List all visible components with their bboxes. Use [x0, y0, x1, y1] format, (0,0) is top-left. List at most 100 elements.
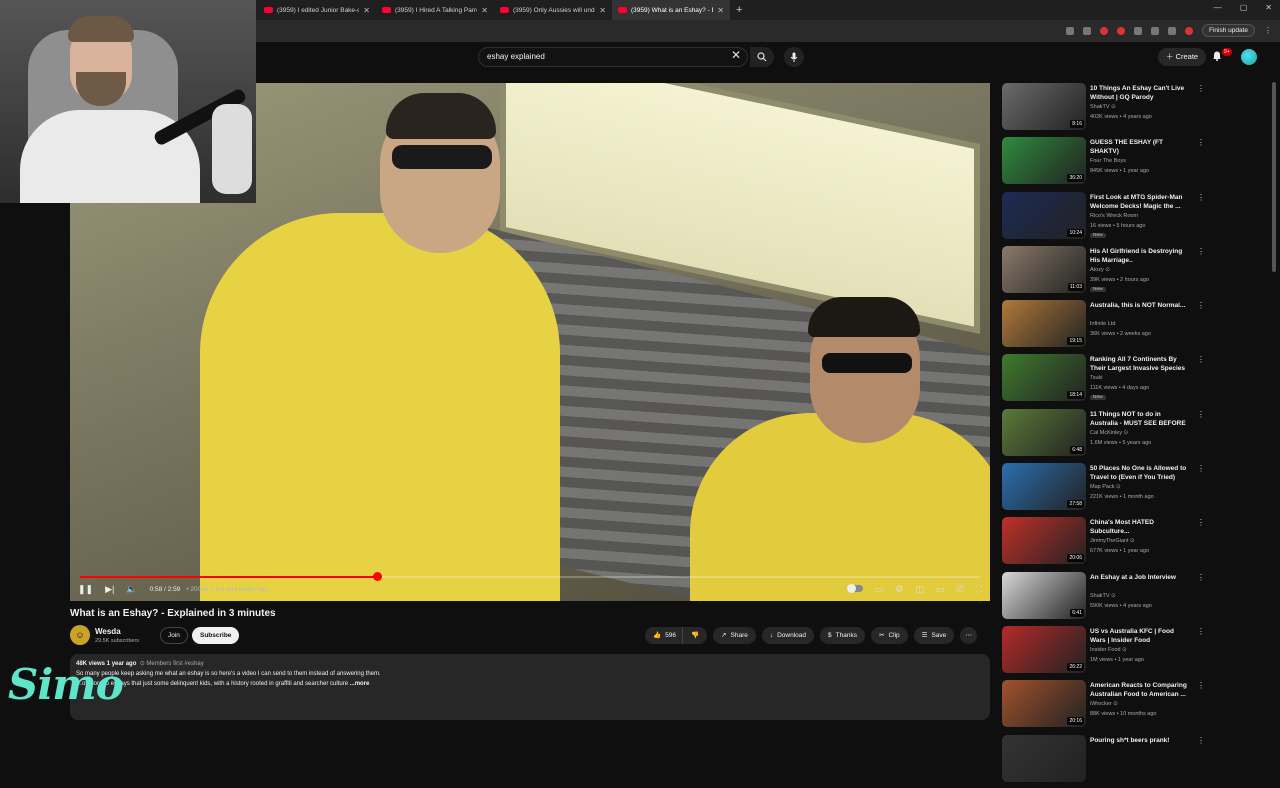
progress-bar[interactable] — [80, 572, 980, 581]
more-options-icon[interactable]: ⋮ — [1197, 193, 1205, 202]
recommendation-title[interactable]: American Reacts to Comparing Australian … — [1090, 681, 1190, 699]
show-more-link[interactable]: ...more — [350, 681, 370, 687]
recommendation-title[interactable]: China's Most HATED Subculture... — [1090, 518, 1190, 536]
save-button[interactable]: ☰ Save — [913, 627, 955, 644]
video-thumbnail[interactable]: 19:15 — [1002, 300, 1086, 348]
more-options-icon[interactable]: ⋮ — [1197, 518, 1205, 527]
extension-icon[interactable] — [1133, 26, 1142, 35]
chevron-right-icon[interactable]: › — [266, 586, 270, 593]
captions-icon[interactable]: ▭ — [875, 584, 884, 595]
recommendation-item[interactable]: 18:14 Ranking All 7 Continents By Their L… — [1002, 353, 1212, 407]
profile-icon[interactable] — [1184, 26, 1193, 35]
close-window-icon[interactable]: ✕ — [1265, 3, 1272, 12]
close-tab-icon[interactable]: ✕ — [481, 6, 488, 15]
notifications-bell-icon[interactable] — [1212, 50, 1222, 61]
more-options-icon[interactable]: ⋮ — [1197, 138, 1205, 147]
clip-button[interactable]: ✂ Clip — [870, 627, 908, 644]
channel-name[interactable]: Wesda — [95, 627, 121, 636]
cast-icon[interactable]: ⎚ — [956, 584, 963, 595]
recommendation-title[interactable]: 11 Things NOT to do in Australia - MUST … — [1090, 410, 1190, 430]
cast-icon[interactable] — [1065, 26, 1074, 35]
bookmark-star-icon[interactable] — [1082, 26, 1091, 35]
new-tab-button[interactable]: + — [730, 4, 748, 16]
download-button[interactable]: ↓ Download — [761, 627, 815, 644]
minimize-icon[interactable]: — — [1214, 3, 1222, 12]
recommendation-item[interactable]: 11:03 His AI Girlfriend is Destroying His… — [1002, 245, 1212, 299]
recommendation-channel[interactable]: Cal McKinley ⊙ — [1090, 430, 1128, 436]
settings-gear-icon[interactable]: ⚙ — [895, 584, 903, 595]
share-button[interactable]: ↗ Share — [713, 627, 756, 644]
video-thumbnail[interactable]: 26:22 — [1002, 625, 1086, 673]
video-thumbnail[interactable]: 8:16 — [1002, 83, 1086, 130]
close-tab-icon[interactable]: ✕ — [717, 6, 724, 15]
finish-update-button[interactable]: Finish update — [1201, 24, 1255, 37]
recommendation-item[interactable]: 8:16 10 Things An Eshay Can't Live Withou… — [1002, 82, 1212, 136]
next-icon[interactable]: ▶| — [105, 584, 114, 595]
recommendation-item[interactable]: 26:22 US vs Australia KFC | Food Wars | I… — [1002, 625, 1212, 679]
more-options-icon[interactable]: ⋮ — [1197, 573, 1205, 582]
video-thumbnail[interactable]: 6:41 — [1002, 571, 1086, 619]
more-options-icon[interactable]: ⋮ — [1197, 681, 1205, 690]
recommendation-title[interactable]: Ranking All 7 Continents By Their Larges… — [1090, 355, 1190, 373]
search-input[interactable]: eshay explained — [478, 47, 748, 67]
video-thumbnail[interactable]: 10:24 — [1002, 191, 1086, 239]
more-options-icon[interactable]: ⋮ — [1197, 247, 1205, 256]
recommendation-channel[interactable]: iWrocker ⊙ — [1090, 701, 1118, 707]
more-options-icon[interactable]: ⋮ — [1197, 736, 1205, 745]
extension-icon[interactable] — [1099, 26, 1108, 35]
maximize-icon[interactable]: ▢ — [1240, 3, 1248, 12]
recommendation-item[interactable]: 36:20 GUESS THE ESHAY (FT SHAKTV) Four The… — [1002, 136, 1212, 190]
more-options-icon[interactable]: ⋮ — [1197, 410, 1205, 419]
recommendation-channel[interactable]: Infinite Ltd — [1090, 321, 1115, 327]
create-button[interactable]: ＋ Create — [1158, 48, 1207, 66]
recommendation-channel[interactable]: Four The Boys — [1090, 158, 1126, 164]
recommendation-title[interactable]: GUESS THE ESHAY (FT SHAKTV) — [1090, 138, 1190, 156]
video-thumbnail[interactable]: 11:03 — [1002, 245, 1086, 293]
video-thumbnail[interactable]: 20:16 — [1002, 680, 1086, 728]
recommendation-title[interactable]: US vs Australia KFC | Food Wars | Inside… — [1090, 627, 1190, 645]
more-options-icon[interactable]: ⋮ — [1197, 355, 1205, 364]
recommendation-title[interactable]: Australia, this is NOT Normal... — [1090, 301, 1190, 310]
recommendation-title[interactable]: 50 Places No One is Allowed to Travel to… — [1090, 464, 1190, 482]
thanks-button[interactable]: $ Thanks — [820, 627, 865, 644]
recommendation-item[interactable]: 10:24 First Look at MTG Spider-Man Welcom… — [1002, 191, 1212, 245]
more-options-icon[interactable]: ⋮ — [1197, 627, 1205, 636]
recommendation-item[interactable]: 19:15 Australia, this is NOT Normal... Inf… — [1002, 299, 1212, 353]
subscribe-button[interactable]: Subscribe — [192, 627, 240, 644]
theater-mode-icon[interactable]: ▭ — [936, 584, 945, 595]
recommendation-channel[interactable]: Tsuki — [1090, 375, 1103, 381]
menu-dots-icon[interactable]: ⋮ — [1264, 26, 1272, 35]
recommendation-channel[interactable]: Rico's Wreck Room — [1090, 213, 1138, 219]
more-options-icon[interactable]: ⋮ — [1197, 84, 1205, 93]
browser-tab[interactable]: (3959) I Hired A Talking Parrot ✕ — [376, 0, 494, 20]
recommendation-item[interactable]: 6:41 An Eshay at a Job Interview ShakTV ⊙ 5… — [1002, 571, 1212, 625]
browser-tab[interactable]: (3959) I edited Junior Bake-off ✕ — [258, 0, 376, 20]
video-thumbnail[interactable]: 27:58 — [1002, 463, 1086, 511]
video-thumbnail[interactable]: 20:06 — [1002, 517, 1086, 565]
recommendation-item[interactable]: 20:06 China's Most HATED Subculture... Jim… — [1002, 516, 1212, 570]
dislike-button[interactable]: 👎 — [681, 627, 708, 644]
volume-icon[interactable]: 🔈 — [126, 584, 137, 595]
search-button[interactable] — [750, 47, 774, 67]
video-thumbnail[interactable] — [1002, 734, 1086, 782]
miniplayer-icon[interactable]: ◫ — [915, 584, 924, 595]
recommendation-channel[interactable]: Insider Food ⊙ — [1090, 647, 1127, 653]
recommendation-title[interactable]: Pouring sh*t beers prank! — [1090, 736, 1190, 745]
channel-avatar[interactable]: ☺ — [70, 625, 90, 645]
chapter-title[interactable]: • 2000s + led and gutter rap — [186, 586, 266, 593]
pause-icon[interactable]: ❚❚ — [78, 584, 93, 595]
extensions-puzzle-icon[interactable] — [1150, 26, 1159, 35]
fullscreen-icon[interactable]: ⛶ — [976, 584, 982, 595]
recommendation-title[interactable]: An Eshay at a Job Interview — [1090, 573, 1190, 582]
recommendation-item[interactable]: 6:48 11 Things NOT to do in Australia - M… — [1002, 408, 1212, 462]
recommendation-title[interactable]: 10 Things An Eshay Can't Live Without | … — [1090, 84, 1190, 102]
recommendation-channel[interactable]: JimmyTheGiant ⊙ — [1090, 538, 1135, 544]
clear-search-icon[interactable]: ✕ — [731, 48, 741, 62]
autoplay-toggle[interactable] — [846, 583, 863, 593]
video-thumbnail[interactable]: 6:48 — [1002, 408, 1086, 456]
voice-search-button[interactable] — [784, 47, 804, 67]
recommendation-channel[interactable]: Map Pack ⊙ — [1090, 484, 1121, 490]
recommendation-item[interactable]: 27:58 50 Places No One is Allowed to Trav… — [1002, 462, 1212, 516]
join-button[interactable]: Join — [160, 627, 188, 644]
description-box[interactable]: 48K views 1 year ago ⊙ Members first #es… — [70, 654, 990, 720]
